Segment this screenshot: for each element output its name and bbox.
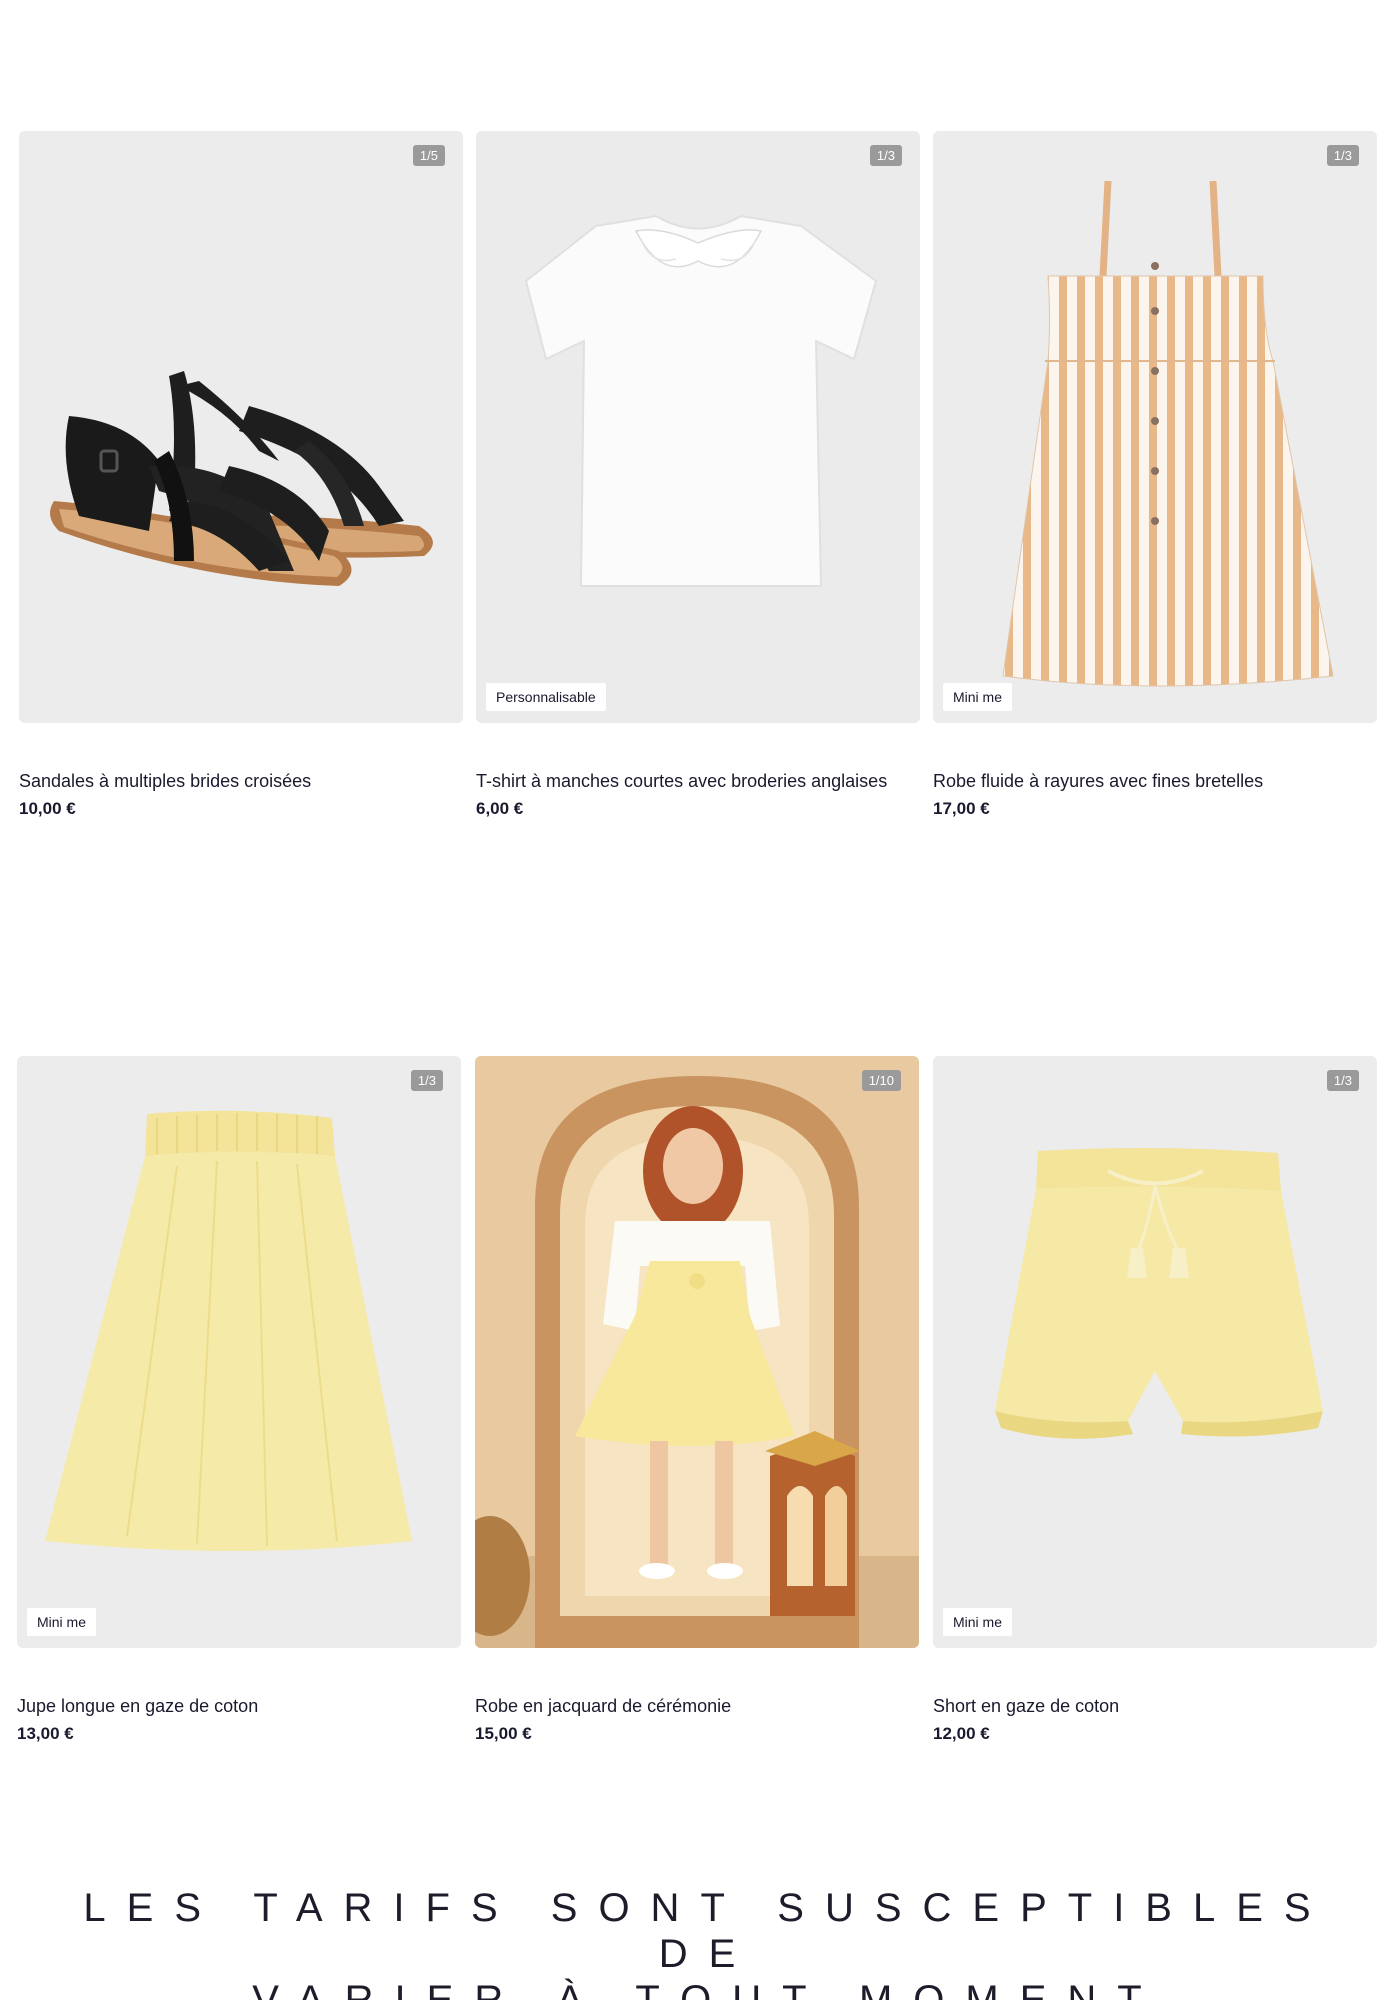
product-price: 17,00 €	[933, 799, 990, 818]
image-counter: 1/5	[412, 145, 445, 166]
product-image-striped-dress[interactable]: 1/3 Mini me	[933, 131, 1377, 723]
product-image-shorts[interactable]: 1/3 Mini me	[933, 1056, 1377, 1648]
ceremony-dress-photo	[475, 1056, 919, 1648]
image-counter: 1/3	[1326, 1070, 1359, 1091]
disclaimer-line-1: LES TARIFS SONT SUSCEPTIBLES DE	[83, 1886, 1332, 1976]
product-card[interactable]: 1/10 Robe en jacquard de cérémonie 15,00…	[475, 1056, 919, 1743]
shorts-image	[933, 1056, 1377, 1648]
product-tag: Mini me	[943, 683, 1013, 711]
product-tag: Mini me	[943, 1608, 1013, 1636]
product-price: 6,00 €	[476, 799, 524, 818]
product-title[interactable]: Sandales à multiples brides croisées	[19, 771, 463, 793]
product-price: 13,00 €	[17, 1724, 74, 1743]
image-counter: 1/10	[861, 1070, 901, 1091]
sandals-image	[19, 131, 463, 723]
product-title[interactable]: T-shirt à manches courtes avec broderies…	[476, 771, 920, 793]
tshirt-image	[476, 131, 920, 723]
product-price: 12,00 €	[933, 1724, 990, 1743]
product-title[interactable]: Short en gaze de coton	[933, 1696, 1377, 1718]
product-price: 10,00 €	[19, 799, 76, 818]
product-title[interactable]: Robe en jacquard de cérémonie	[475, 1696, 919, 1718]
disclaimer-line-2: VARIER À TOUT MOMENT	[252, 1978, 1163, 2000]
product-price: 15,00 €	[475, 1724, 532, 1743]
image-counter: 1/3	[1326, 145, 1359, 166]
product-image-skirt[interactable]: 1/3 Mini me	[17, 1056, 461, 1648]
product-card[interactable]: 1/3 Personnalisable T-shirt à manches co…	[476, 131, 920, 818]
product-image-tshirt[interactable]: 1/3 Personnalisable	[476, 131, 920, 723]
product-image-sandals[interactable]: 1/5	[19, 131, 463, 723]
striped-dress-image	[933, 131, 1377, 723]
image-counter: 1/3	[410, 1070, 443, 1091]
product-tag: Personnalisable	[486, 683, 606, 711]
product-card[interactable]: 1/3 Mini me Short en gaze de coton 12,00…	[933, 1056, 1377, 1743]
product-title[interactable]: Jupe longue en gaze de coton	[17, 1696, 461, 1718]
product-title[interactable]: Robe fluide à rayures avec fines bretell…	[933, 771, 1377, 793]
skirt-image	[17, 1056, 461, 1648]
product-image-ceremony-dress[interactable]: 1/10	[475, 1056, 919, 1648]
product-tag: Mini me	[27, 1608, 97, 1636]
image-counter: 1/3	[869, 145, 902, 166]
price-disclaimer: LES TARIFS SONT SUSCEPTIBLES DE VARIER À…	[0, 1885, 1394, 2000]
product-card[interactable]: 1/3 Mini me Jupe longue en gaze de coton…	[17, 1056, 461, 1743]
product-card[interactable]: 1/3 Mini me Robe fluide à rayures avec f…	[933, 131, 1377, 818]
product-card[interactable]: 1/5 Sandales à multiples brides croisées…	[19, 131, 463, 818]
